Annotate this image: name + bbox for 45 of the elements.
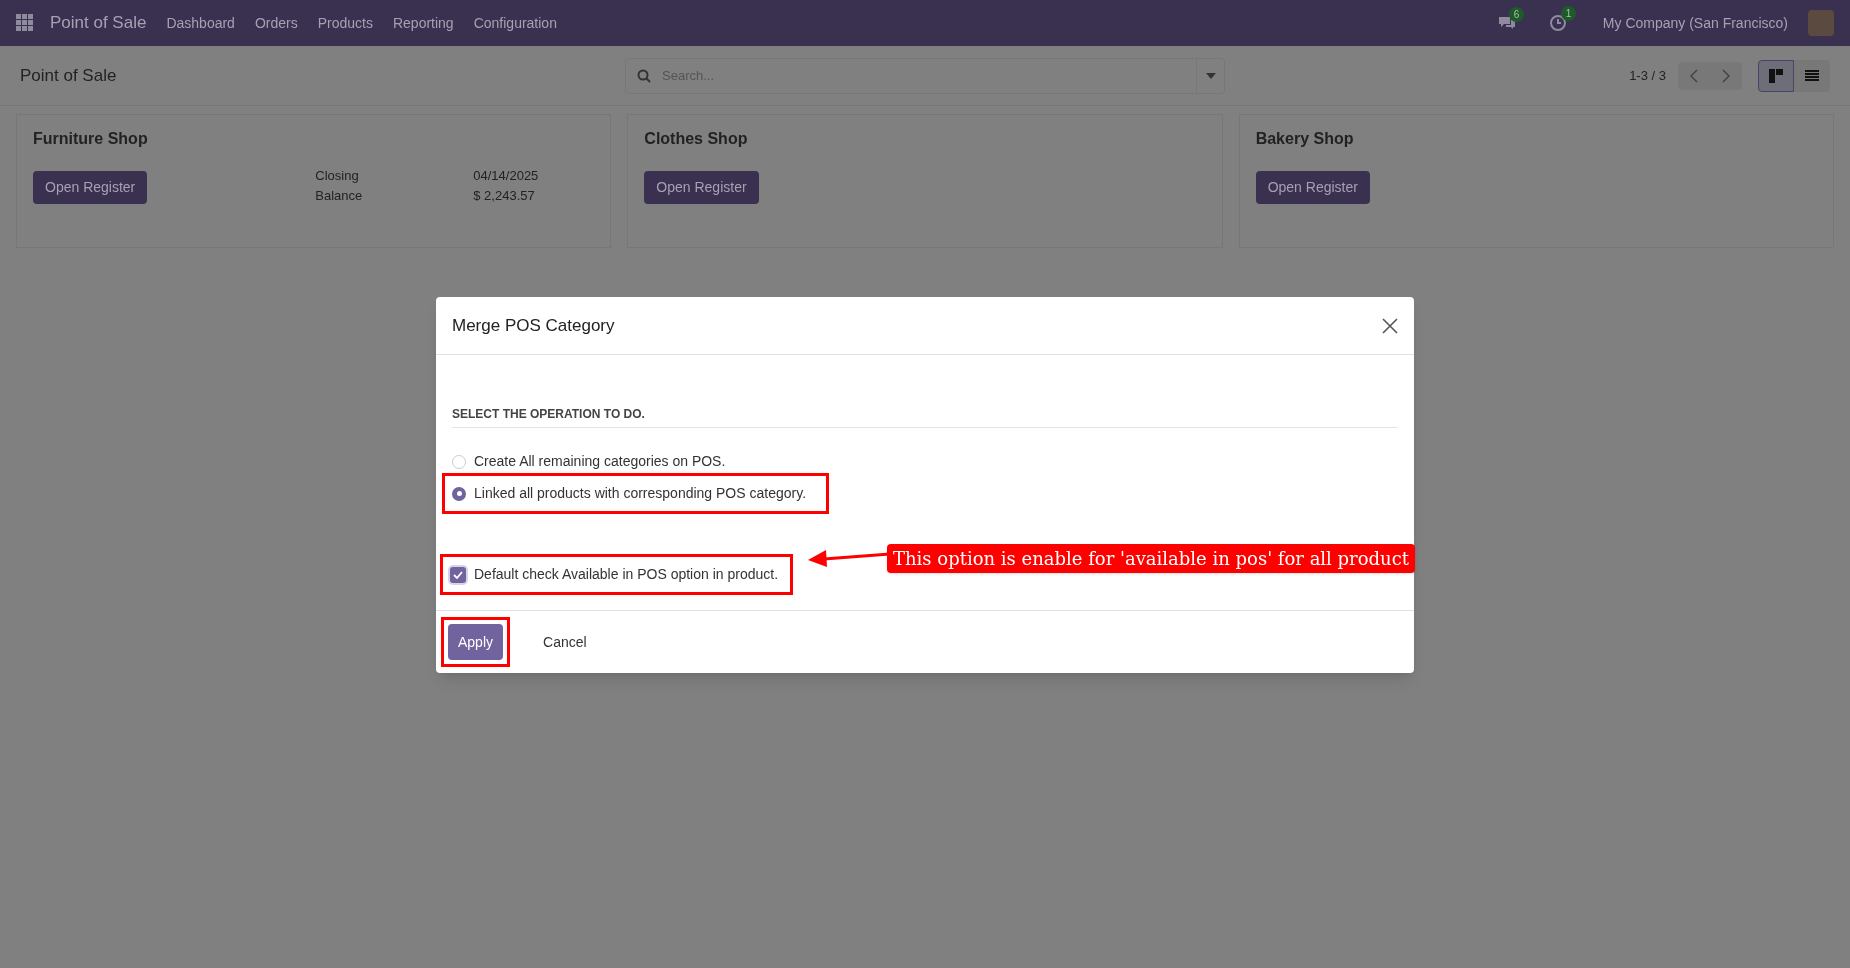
menu-item[interactable]: Products <box>317 12 373 34</box>
checkbox-label[interactable]: Default check Available in POS option in product. <box>474 564 779 585</box>
check-icon <box>453 570 463 579</box>
close-icon[interactable] <box>1382 317 1398 334</box>
app-title[interactable]: Point of Sale <box>50 10 147 36</box>
checkbox[interactable] <box>450 566 466 583</box>
shop-name: Furniture Shop <box>33 129 149 149</box>
open-register-button[interactable]: Open Register <box>1255 171 1370 204</box>
pager-text: 1-3 / 3 <box>1629 66 1666 85</box>
apps-grid-icon[interactable] <box>16 14 34 32</box>
menu-item[interactable]: Dashboard <box>166 12 235 34</box>
radio-label[interactable]: Create All remaining categories on POS. <box>474 451 726 472</box>
search-icon <box>637 68 651 83</box>
view-switch-button[interactable] <box>1758 59 1794 92</box>
chevron-left-icon <box>1690 68 1698 83</box>
dialog-title: Merge POS Category <box>452 314 616 337</box>
kanban-icon <box>1769 68 1783 83</box>
detail-label: Closing <box>315 167 360 185</box>
detail-label: Balance <box>315 186 364 205</box>
radio-button[interactable] <box>452 486 466 501</box>
chevron-right-icon <box>1722 68 1730 83</box>
callout-label: This option is enable for 'available in pos' for all product <box>887 544 1415 573</box>
section-heading: SELECT THE OPERATION TO DO. <box>452 405 1398 428</box>
radio-button[interactable] <box>452 454 466 469</box>
message-count-badge: 6 <box>1508 7 1525 22</box>
cancel-button[interactable]: Cancel <box>533 624 597 660</box>
open-register-button[interactable]: Open Register <box>644 171 759 204</box>
shop-name: Clothes Shop <box>644 129 749 149</box>
apply-button[interactable]: Apply <box>448 624 504 660</box>
activity-count-badge: 1 <box>1560 6 1577 21</box>
open-register-button[interactable]: Open Register <box>33 171 148 204</box>
breadcrumb-title: Point of Sale <box>20 64 118 87</box>
radio-label[interactable]: Linked all products with corresponding POS category. <box>474 483 807 504</box>
list-icon <box>1805 69 1819 82</box>
company-name[interactable]: My Company (San Francisco) <box>1602 12 1788 34</box>
view-switch-button[interactable] <box>1794 59 1830 92</box>
menu-item[interactable]: Reporting <box>392 12 454 34</box>
clock-icon[interactable] <box>1548 14 1567 32</box>
search-options-button[interactable] <box>1197 57 1225 94</box>
shop-name: Bakery Shop <box>1255 129 1355 149</box>
detail-value: 04/14/2025 <box>473 167 539 185</box>
menu-item[interactable]: Configuration <box>473 12 557 34</box>
caret-icon <box>1205 72 1216 79</box>
detail-value: $ 2,243.57 <box>473 186 536 205</box>
menu-item[interactable]: Orders <box>254 12 298 34</box>
